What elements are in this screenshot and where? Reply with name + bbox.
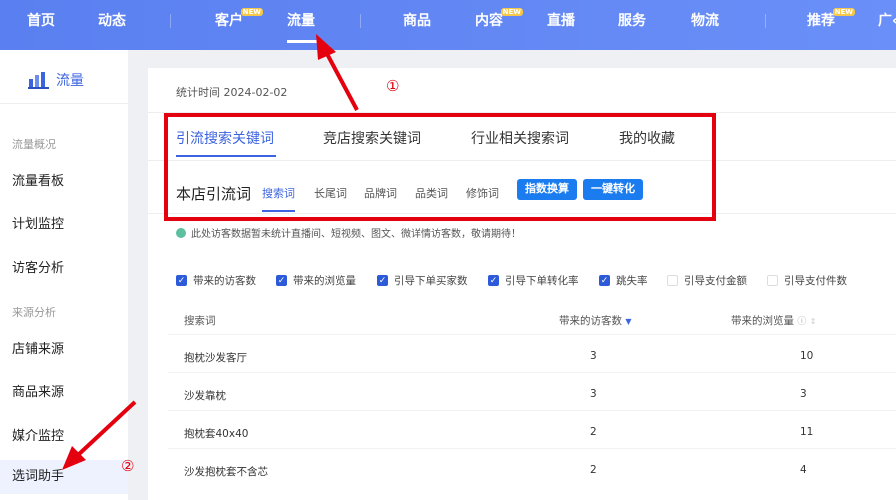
arrow-2: [76, 400, 137, 457]
arrow-1: [323, 49, 359, 111]
arrow-1-head: [316, 34, 336, 60]
annotation-arrows: [62, 34, 359, 470]
